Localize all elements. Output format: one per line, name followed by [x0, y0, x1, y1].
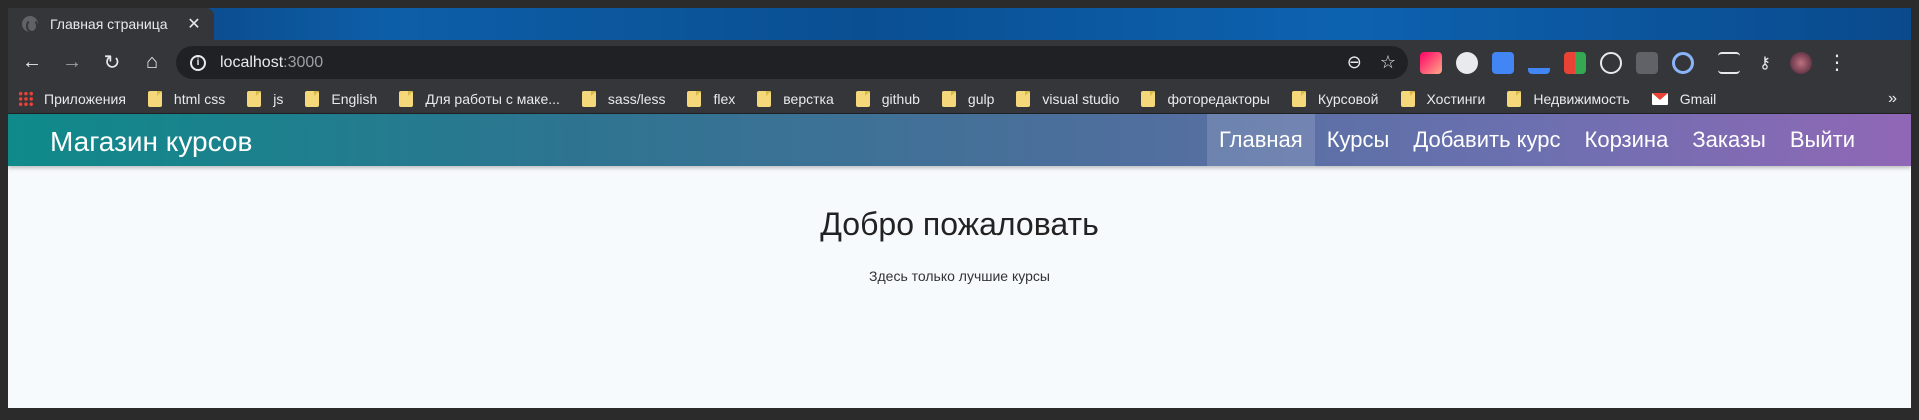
bookmark-label: Для работы с маке... [425, 91, 560, 107]
folder-icon [1291, 91, 1306, 107]
bookmark-label: Приложения [44, 91, 126, 107]
forward-button[interactable]: → [52, 43, 92, 83]
folder-icon [1507, 91, 1522, 107]
folder-icon [757, 91, 772, 107]
playlist-icon[interactable] [1718, 51, 1740, 74]
nav-link-logout[interactable]: Выйти [1778, 114, 1867, 166]
bookmark-folder[interactable]: Для работы с маке... [399, 91, 560, 107]
extension-ring-icon[interactable] [1672, 51, 1694, 74]
browser-tab[interactable]: Главная страница ✕ [8, 8, 214, 40]
folder-icon [1400, 91, 1415, 107]
nav-link-add-course[interactable]: Добавить курс [1401, 114, 1572, 166]
bookmark-gmail[interactable]: Gmail [1651, 91, 1717, 107]
folder-icon [305, 91, 320, 107]
bookmark-folder[interactable]: gulp [941, 91, 995, 107]
extension-grid-icon[interactable] [1564, 51, 1586, 74]
folder-icon [687, 91, 702, 107]
bookmark-label: Курсовой [1317, 91, 1379, 107]
home-button[interactable]: ⌂ [132, 43, 172, 83]
bookmark-label: фоторедакторы [1167, 91, 1270, 107]
site-navbar: Магазин курсов Главная Курсы Добавить ку… [8, 114, 1911, 166]
bookmark-label: верстка [783, 91, 834, 107]
bookmark-folder[interactable]: flex [687, 91, 735, 107]
info-icon[interactable]: i [190, 54, 206, 71]
globe-icon [22, 16, 38, 33]
zoom-icon[interactable]: ⊖ [1347, 52, 1362, 73]
url-text: localhost:3000 [220, 54, 323, 72]
close-icon[interactable]: ✕ [184, 14, 204, 34]
folder-icon [147, 91, 162, 107]
extension-eyedropper-icon[interactable] [1528, 51, 1550, 74]
browser-toolbar: ← → ↻ ⌂ i localhost:3000 ⊖ ☆ ⚷ ⋮ [8, 40, 1911, 85]
bookmark-folder[interactable]: Недвижимость [1507, 91, 1630, 107]
extensions-area: ⚷ ⋮ [1420, 40, 1848, 85]
gmail-icon [1651, 93, 1668, 105]
bookmark-folder[interactable]: visual studio [1016, 91, 1119, 107]
folder-icon [399, 91, 414, 107]
bookmark-folder[interactable]: Хостинги [1400, 91, 1486, 107]
url-port: :3000 [283, 53, 324, 71]
folder-icon [1141, 91, 1156, 107]
bookmark-folder[interactable]: js [247, 91, 283, 107]
nav-links: Главная Курсы Добавить курс Корзина Зака… [1206, 114, 1867, 166]
extension-react-icon[interactable] [1600, 51, 1622, 74]
folder-icon [581, 91, 596, 107]
url-host: localhost [220, 53, 284, 71]
folder-icon [855, 91, 870, 107]
bookmark-label: Хостинги [1426, 91, 1486, 107]
page-subtitle: Здесь только лучшие курсы [869, 268, 1050, 284]
bookmark-folder[interactable]: English [305, 91, 377, 107]
bookmark-label: English [331, 91, 378, 107]
browser-window: Главная страница ✕ ← → ↻ ⌂ i localhost:3… [8, 8, 1911, 408]
back-button[interactable]: ← [12, 43, 52, 83]
extension-translate-icon[interactable] [1492, 51, 1514, 74]
menu-icon[interactable]: ⋮ [1826, 52, 1848, 74]
address-bar[interactable]: i localhost:3000 ⊖ ☆ [176, 46, 1408, 79]
bookmark-label: Недвижимость [1533, 91, 1630, 107]
nav-link-cart[interactable]: Корзина [1573, 114, 1681, 166]
tab-title: Главная страница [50, 16, 168, 32]
bookmark-label: html css [173, 91, 226, 107]
nav-link-orders[interactable]: Заказы [1680, 114, 1778, 166]
folder-icon [941, 91, 956, 107]
bookmark-label: gulp [967, 91, 995, 107]
reload-button[interactable]: ↻ [92, 43, 132, 83]
extension-box-icon[interactable] [1636, 51, 1658, 74]
bookmarks-bar: Приложения html css js English Для работ… [8, 85, 1911, 114]
nav-link-courses[interactable]: Курсы [1315, 114, 1402, 166]
apps-grid-icon [18, 91, 34, 107]
bookmark-apps[interactable]: Приложения [18, 91, 126, 107]
key-icon[interactable]: ⚷ [1754, 52, 1776, 74]
tab-strip: Главная страница ✕ [8, 8, 1911, 40]
extension-chat-icon[interactable] [1456, 51, 1478, 74]
bookmark-folder[interactable]: верстка [757, 91, 834, 107]
folder-icon [247, 91, 262, 107]
bookmark-folder[interactable]: фоторедакторы [1141, 91, 1270, 107]
bookmark-folder[interactable]: github [855, 91, 920, 107]
bookmark-label: visual studio [1042, 91, 1120, 107]
bookmark-folder[interactable]: sass/less [581, 91, 666, 107]
page-content: Магазин курсов Главная Курсы Добавить ку… [8, 114, 1911, 408]
bookmark-label: flex [713, 91, 736, 107]
avatar[interactable] [1790, 51, 1812, 74]
folder-icon [1016, 91, 1031, 107]
bookmark-label: github [881, 91, 920, 107]
star-icon[interactable]: ☆ [1380, 52, 1396, 73]
bookmark-label: Gmail [1679, 91, 1717, 107]
extension-gradient-icon[interactable] [1420, 51, 1442, 74]
bookmark-folder[interactable]: html css [147, 91, 226, 107]
more-bookmarks-icon[interactable]: » [1888, 90, 1897, 108]
page-title: Добро пожаловать [820, 206, 1099, 242]
nav-link-home[interactable]: Главная [1206, 114, 1315, 166]
bookmark-label: js [273, 91, 284, 107]
bookmark-folder[interactable]: Курсовой [1291, 91, 1379, 107]
site-brand[interactable]: Магазин курсов [50, 126, 252, 158]
bookmark-label: sass/less [607, 91, 666, 107]
